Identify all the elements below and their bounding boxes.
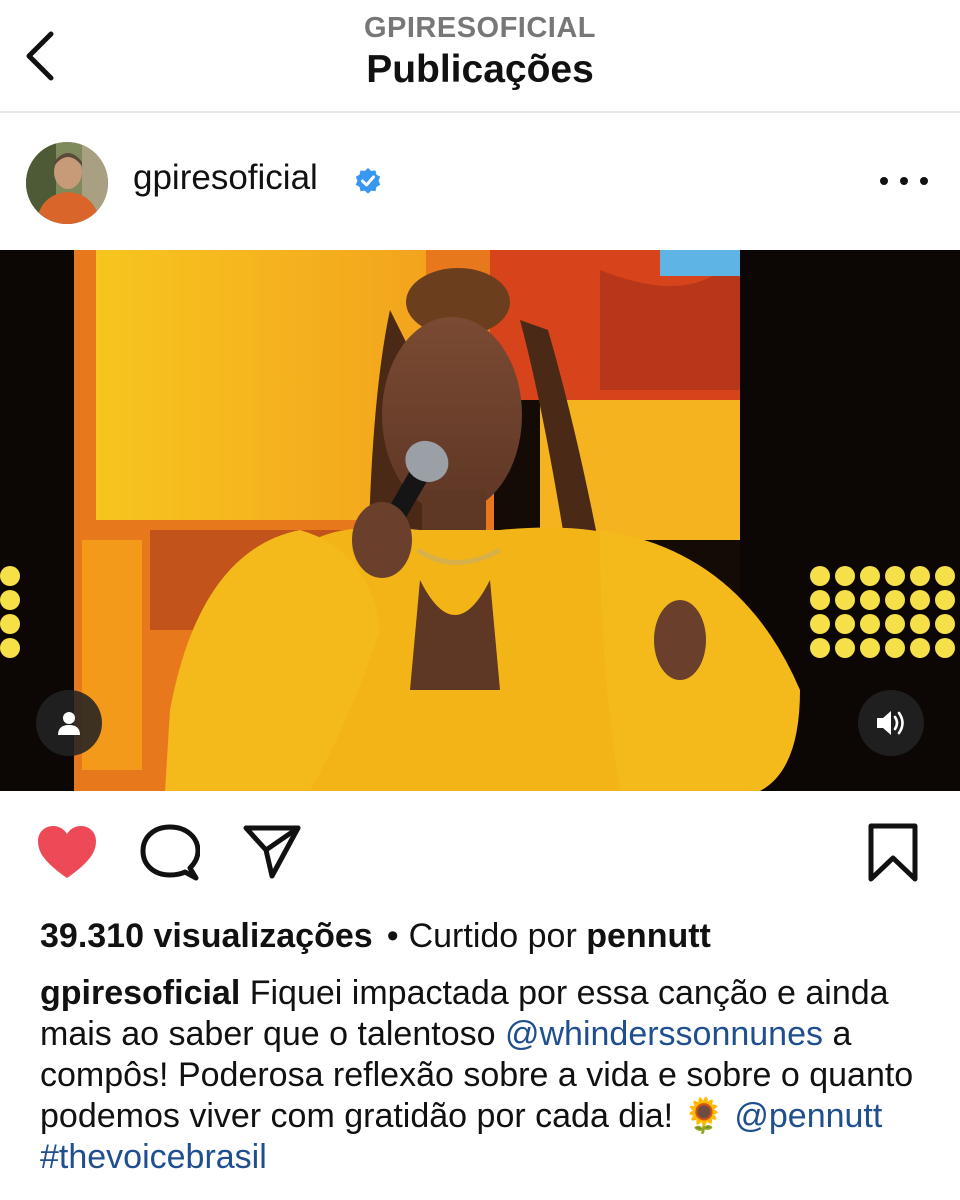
caption-author[interactable]: gpiresoficial [40,974,240,1012]
post-author-row: gpiresoficial [0,114,960,250]
bookmark-icon [868,823,918,882]
caption-hashtag[interactable]: #thevoicebrasil [40,1138,267,1176]
comment-icon [140,824,201,881]
header-account-name: GPIRESOFICIAL [363,12,597,44]
comment-button[interactable] [140,824,201,882]
post-video[interactable] [0,250,960,791]
liked-by-prefix: Curtido por [408,917,577,955]
avatar[interactable] [26,142,108,224]
sound-toggle-button[interactable] [858,690,924,756]
share-button[interactable] [242,824,302,880]
heart-filled-icon [38,826,96,878]
video-frame [0,250,960,791]
page-title: Publicações [366,48,594,91]
user-tag-icon [58,712,80,735]
like-button[interactable] [36,824,98,880]
send-icon [243,825,301,879]
verified-badge-icon [355,168,381,194]
save-button[interactable] [866,822,920,884]
volume-icon [877,711,904,735]
more-options-button[interactable] [880,166,928,196]
caption-mention-pennutt[interactable]: @pennutt [734,1097,882,1135]
liked-by-user[interactable]: pennutt [586,917,711,955]
top-nav-bar: GPIRESOFICIAL Publicações [0,0,960,113]
tagged-people-button[interactable] [36,690,102,756]
caption-mention-whinderssonnunes[interactable]: @whinderssonnunes [505,1015,823,1053]
post-caption: gpiresoficial Fiquei impactada por essa … [40,973,930,1178]
more-horizontal-icon [880,177,888,185]
post-stats: 39.310 visualizações • Curtido por pennutt [40,914,940,958]
post-action-bar [0,792,960,912]
post-username[interactable]: gpiresoficial [133,158,318,198]
views-count[interactable]: 39.310 visualizações [40,917,373,955]
stats-separator: • [386,917,399,955]
